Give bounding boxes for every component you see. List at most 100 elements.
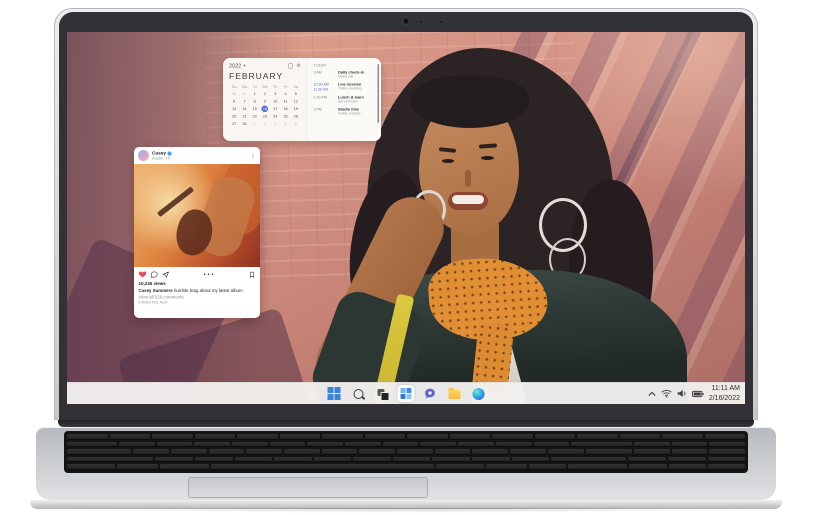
- chat-button[interactable]: [422, 385, 439, 402]
- bookmark-icon[interactable]: [248, 271, 255, 279]
- key[interactable]: [528, 464, 566, 470]
- key[interactable]: [232, 441, 268, 448]
- key[interactable]: [67, 441, 117, 448]
- calendar-day[interactable]: 22: [250, 113, 260, 120]
- post-photo[interactable]: [134, 164, 260, 267]
- calendar-view-icon[interactable]: [288, 63, 294, 69]
- key[interactable]: [492, 434, 533, 440]
- key[interactable]: [194, 434, 235, 440]
- calendar-day[interactable]: 6: [229, 98, 239, 105]
- key[interactable]: [284, 449, 320, 455]
- key[interactable]: [571, 441, 632, 448]
- calendar-day[interactable]: 21: [239, 113, 249, 120]
- key[interactable]: [534, 434, 575, 440]
- volume-icon[interactable]: [677, 389, 687, 398]
- calendar-day[interactable]: 4: [280, 91, 290, 98]
- key[interactable]: [434, 449, 471, 455]
- calendar-day[interactable]: 3: [270, 91, 280, 98]
- key[interactable]: [577, 434, 618, 440]
- calendar-day[interactable]: 2: [260, 121, 270, 128]
- key[interactable]: [704, 434, 745, 440]
- touchpad[interactable]: [188, 477, 428, 498]
- key[interactable]: [117, 464, 159, 470]
- key[interactable]: [307, 441, 344, 448]
- key[interactable]: [671, 449, 708, 455]
- key[interactable]: [397, 449, 433, 455]
- key[interactable]: [67, 464, 116, 470]
- key[interactable]: [234, 456, 273, 463]
- calendar-day[interactable]: 1: [250, 121, 260, 128]
- agenda-item[interactable]: 1:30 PM Lunch & learn Set reminder: [314, 95, 376, 104]
- calendar-day[interactable]: 19: [291, 106, 301, 113]
- calendar-day[interactable]: 25: [280, 113, 290, 120]
- calendar-day[interactable]: 13: [229, 106, 239, 113]
- key[interactable]: [485, 464, 527, 470]
- calendar-day[interactable]: 18: [280, 106, 290, 113]
- key[interactable]: [709, 449, 745, 455]
- calendar-day[interactable]: 8: [250, 98, 260, 105]
- key[interactable]: [195, 456, 233, 463]
- calendar-day[interactable]: 10: [270, 98, 280, 105]
- comment-icon[interactable]: [150, 271, 159, 279]
- battery-icon[interactable]: [691, 390, 704, 398]
- calendar-widget[interactable]: 2022 ▾ ⚙ FEBRUARY Su Mo Tu We Th Fr Sa 30 31 1 2 3…: [223, 58, 381, 141]
- calendar-day[interactable]: 24: [270, 113, 280, 120]
- key[interactable]: [629, 464, 667, 470]
- key[interactable]: [432, 456, 471, 463]
- key[interactable]: [359, 449, 396, 455]
- search-button[interactable]: [350, 385, 367, 402]
- key[interactable]: [707, 456, 746, 463]
- key[interactable]: [547, 449, 584, 455]
- avatar[interactable]: [138, 150, 149, 161]
- key[interactable]: [274, 456, 312, 463]
- calendar-day[interactable]: 7: [239, 98, 249, 105]
- key[interactable]: [662, 434, 703, 440]
- key[interactable]: [567, 464, 628, 470]
- calendar-day[interactable]: 2: [260, 91, 270, 98]
- gear-icon[interactable]: ⚙: [297, 63, 301, 69]
- agenda-item[interactable]: 10:30 AM 11:30 AM Live session Online meet…: [314, 82, 376, 92]
- key[interactable]: [619, 434, 660, 440]
- task-view-button[interactable]: [374, 385, 391, 402]
- key[interactable]: [67, 449, 132, 455]
- file-explorer-button[interactable]: [446, 385, 463, 402]
- key[interactable]: [109, 434, 150, 440]
- key[interactable]: [495, 441, 532, 448]
- key[interactable]: [133, 449, 169, 455]
- calendar-day[interactable]: 12: [291, 98, 301, 105]
- key[interactable]: [67, 434, 108, 440]
- calendar-day[interactable]: 14: [239, 106, 249, 113]
- key[interactable]: [633, 441, 670, 448]
- key[interactable]: [237, 434, 278, 440]
- calendar-day[interactable]: 30: [229, 91, 239, 98]
- calendar-day[interactable]: 28: [239, 121, 249, 128]
- calendar-day[interactable]: 9: [260, 98, 270, 105]
- calendar-day[interactable]: 3: [270, 121, 280, 128]
- key[interactable]: [210, 464, 434, 470]
- key[interactable]: [472, 456, 510, 463]
- key[interactable]: [269, 441, 306, 448]
- calendar-day[interactable]: 1: [250, 91, 260, 98]
- wifi-icon[interactable]: [661, 389, 672, 398]
- key[interactable]: [208, 449, 245, 455]
- key[interactable]: [449, 434, 490, 440]
- key[interactable]: [709, 441, 745, 448]
- key[interactable]: [156, 441, 193, 448]
- chevron-down-icon[interactable]: ▾: [243, 64, 245, 69]
- calendar-day[interactable]: 26: [291, 113, 301, 120]
- key[interactable]: [392, 456, 431, 463]
- key[interactable]: [364, 434, 405, 440]
- key[interactable]: [407, 434, 448, 440]
- calendar-day[interactable]: 4: [280, 121, 290, 128]
- post-location[interactable]: Austin, TX: [152, 156, 172, 161]
- key[interactable]: [420, 441, 457, 448]
- key[interactable]: [118, 441, 155, 448]
- key[interactable]: [322, 434, 363, 440]
- calendar-day[interactable]: 23: [260, 113, 270, 120]
- key[interactable]: [533, 441, 570, 448]
- agenda-item[interactable]: 9 AM Daily check-in Video call: [314, 70, 376, 79]
- clock-date[interactable]: 11:11 AM 2/16/2022: [709, 384, 740, 402]
- key[interactable]: [510, 449, 546, 455]
- key[interactable]: [585, 449, 632, 455]
- calendar-day[interactable]: 20: [229, 113, 239, 120]
